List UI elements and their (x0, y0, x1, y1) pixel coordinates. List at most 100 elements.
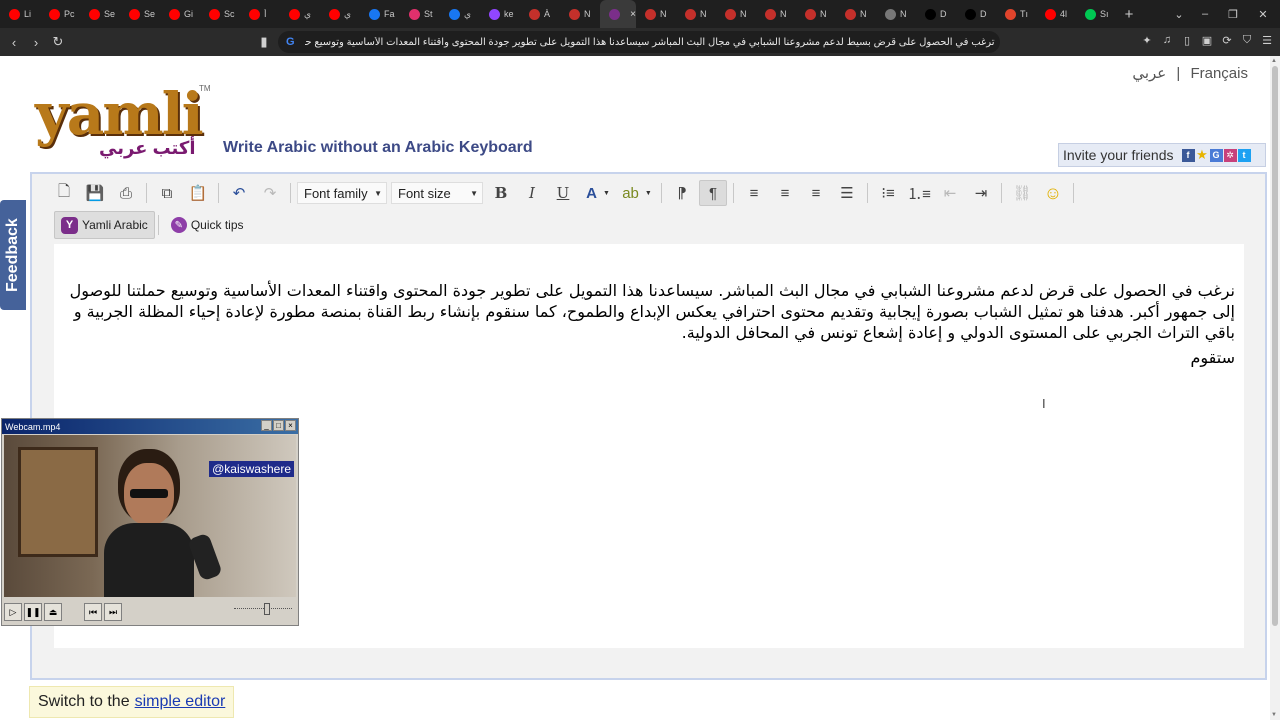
copy-icon[interactable]: ⧉ (153, 180, 181, 206)
scroll-down-arrow-icon[interactable]: ▼ (1271, 712, 1277, 718)
italic-icon[interactable]: I (518, 180, 546, 206)
rtl-direction-icon[interactable]: ¶ (699, 180, 727, 206)
browser-tab[interactable]: N (756, 0, 796, 28)
facebook-icon[interactable]: f (1181, 148, 1195, 162)
eject-icon[interactable]: ⏏ (44, 603, 62, 621)
page-scrollbar[interactable]: ▲ ▼ (1270, 56, 1280, 720)
ltr-direction-icon[interactable]: ⁋ (668, 180, 696, 206)
shield-icon[interactable]: ⛉ (1240, 33, 1254, 47)
outdent-icon[interactable]: ⇤ (936, 180, 964, 206)
yahoo-icon[interactable]: ✲ (1223, 148, 1237, 162)
paste-icon[interactable]: 📋 (184, 180, 212, 206)
browser-tab[interactable]: Se (120, 0, 160, 28)
browser-tab[interactable]: D (956, 0, 996, 28)
browser-tab[interactable]: × (600, 0, 636, 28)
forward-arrow-icon[interactable]: › (26, 32, 46, 52)
browser-tab[interactable]: N (796, 0, 836, 28)
refresh-ext-icon[interactable]: ⟳ (1220, 33, 1234, 47)
volume-slider-knob[interactable] (264, 603, 270, 615)
maximize-window-icon[interactable]: ❐ (1218, 0, 1248, 28)
twitter-icon[interactable]: t (1237, 148, 1251, 162)
browser-tab[interactable]: Pc (40, 0, 80, 28)
media-icon[interactable]: ♫ (1160, 33, 1174, 47)
browser-tab[interactable]: N (560, 0, 600, 28)
play-icon[interactable]: ▷ (4, 603, 22, 621)
new-tab-button[interactable]: + (1116, 6, 1142, 23)
back-arrow-icon[interactable]: ‹ (4, 32, 24, 52)
close-icon[interactable]: × (285, 420, 296, 431)
wallet-icon[interactable]: ▣ (1200, 33, 1214, 47)
webcam-title-bar[interactable]: Webcam.mp4 _ □ × (2, 419, 298, 434)
browser-tab[interactable]: Sı (1076, 0, 1116, 28)
undo-icon[interactable]: ↶ (225, 180, 253, 206)
browser-tab[interactable]: Gi (160, 0, 200, 28)
volume-slider[interactable] (234, 603, 292, 615)
align-left-icon[interactable]: ≡ (740, 180, 768, 206)
pause-icon[interactable]: ❚❚ (24, 603, 42, 621)
browser-tab[interactable]: Fa (360, 0, 400, 28)
extensions-icon[interactable]: ✦ (1140, 33, 1154, 47)
emoticon-icon[interactable]: ☺ (1039, 180, 1067, 206)
underline-icon[interactable]: U (549, 180, 577, 206)
menu-icon[interactable]: ☰ (1260, 33, 1274, 47)
maximize-icon[interactable]: □ (273, 420, 284, 431)
align-right-icon[interactable]: ≡ (802, 180, 830, 206)
browser-tab[interactable]: ي (280, 0, 320, 28)
bookmark-icon[interactable]: ▮ (254, 32, 274, 52)
print-icon[interactable]: ⎙ (112, 180, 140, 206)
browser-tab[interactable]: À (520, 0, 560, 28)
browser-tab[interactable]: 4l (1036, 0, 1076, 28)
simple-editor-link[interactable]: simple editor (135, 693, 226, 711)
font-family-select[interactable]: Font family ▼ (297, 182, 387, 204)
redo-icon[interactable]: ↷ (256, 180, 284, 206)
browser-tab[interactable]: ي (440, 0, 480, 28)
link-icon[interactable]: ⛓ (1008, 180, 1036, 206)
browser-tab[interactable]: N (716, 0, 756, 28)
yamli-logo[interactable]: yamli TM أكتب عربي (35, 84, 215, 162)
scrollbar-thumb[interactable] (1272, 66, 1278, 626)
browser-tab[interactable]: N (636, 0, 676, 28)
yamli-arabic-toggle[interactable]: Y Yamli Arabic (54, 211, 155, 239)
google-share-icon[interactable]: G (1209, 148, 1223, 162)
feedback-tab[interactable]: Feedback (0, 200, 26, 310)
lang-french-link[interactable]: Français (1190, 65, 1248, 82)
align-center-icon[interactable]: ≡ (771, 180, 799, 206)
previous-icon[interactable]: ⏮ (84, 603, 102, 621)
highlight-color-icon[interactable]: ab ▼ (619, 180, 655, 206)
bulleted-list-icon[interactable]: ⁝≡ (874, 180, 902, 206)
browser-tab[interactable]: St (400, 0, 440, 28)
browser-tab[interactable]: أ (240, 0, 280, 28)
minimize-icon[interactable]: _ (261, 420, 272, 431)
numbered-list-icon[interactable]: ⒈≡ (905, 180, 933, 206)
address-bar[interactable]: G ترغب في الحصول على قرض بسيط لدعم مشروع… (278, 31, 1000, 53)
browser-tab[interactable]: N (876, 0, 916, 28)
browser-tab[interactable]: Se (80, 0, 120, 28)
browser-tab[interactable]: ke (480, 0, 520, 28)
text-color-icon[interactable]: A ▼ (580, 180, 616, 206)
browser-tab[interactable]: Li (0, 0, 40, 28)
minimize-window-icon[interactable]: – (1190, 0, 1220, 28)
scroll-up-arrow-icon[interactable]: ▲ (1271, 58, 1277, 64)
close-window-icon[interactable]: ✕ (1248, 0, 1278, 28)
editor-text[interactable]: نرغب في الحصول على قرض لدعم مشروعنا الشب… (65, 280, 1235, 368)
browser-tab[interactable]: ي (320, 0, 360, 28)
font-size-select[interactable]: Font size ▼ (391, 182, 483, 204)
browser-tab[interactable]: D (916, 0, 956, 28)
new-document-icon[interactable]: 🗋 (50, 180, 78, 206)
browser-tab[interactable]: N (836, 0, 876, 28)
save-icon[interactable]: 💾 (81, 180, 109, 206)
lang-arabic-link[interactable]: عربي (1132, 65, 1166, 82)
quick-tips-button[interactable]: ✎ Quick tips (165, 211, 250, 239)
indent-icon[interactable]: ⇥ (967, 180, 995, 206)
next-icon[interactable]: ⏭ (104, 603, 122, 621)
browser-tab[interactable]: Tı (996, 0, 1036, 28)
invite-friends-bar[interactable]: Invite your friends f ★ G ✲ t (1058, 143, 1266, 167)
sidebar-icon[interactable]: ▯ (1180, 33, 1194, 47)
browser-tab[interactable]: Sc (200, 0, 240, 28)
reload-icon[interactable]: ↻ (48, 32, 68, 52)
star-icon[interactable]: ★ (1196, 147, 1209, 162)
webcam-player-window[interactable]: Webcam.mp4 _ □ × @kaiswashere ▷ ❚❚ ⏏ ⏮ ⏭ (1, 418, 299, 626)
browser-tab[interactable]: N (676, 0, 716, 28)
align-justify-icon[interactable]: ☰ (833, 180, 861, 206)
bold-icon[interactable]: B (487, 180, 515, 206)
